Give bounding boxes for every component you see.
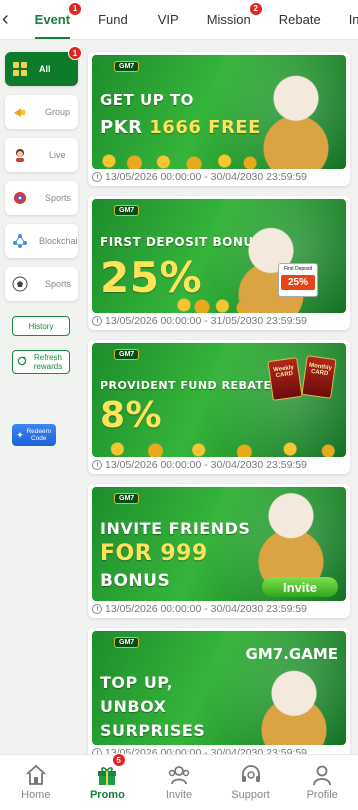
refresh-icon: [17, 356, 27, 368]
promo-card-top-up[interactable]: GM7 GM7.GAME TOP UP, UNBOX SURPRISES 13/…: [88, 628, 350, 762]
nav-invite[interactable]: Invite: [143, 755, 215, 810]
promo-card-pkr-1666[interactable]: GM7 GET UP TO PKR 1666 FREE 13/05/2026 0…: [88, 52, 350, 186]
promo-banner[interactable]: GM7 GET UP TO PKR 1666 FREE: [92, 55, 346, 169]
soccer-ball-icon: [12, 276, 28, 292]
headset-icon: [241, 765, 260, 782]
tab-event[interactable]: Event 1: [34, 0, 83, 39]
pirate-tiger-illustration: [254, 65, 338, 169]
tab-more[interactable]: In: [349, 0, 358, 39]
nav-home[interactable]: Home: [0, 755, 72, 810]
coins-illustration: [92, 149, 262, 169]
promo-date-range: 13/05/2026 00:00:00 - 30/04/2030 23:59:5…: [92, 171, 307, 183]
grid-icon: [12, 61, 28, 77]
notification-badge: 1: [68, 46, 82, 60]
nav-support[interactable]: Support: [215, 755, 287, 810]
nav-profile[interactable]: Profile: [286, 755, 358, 810]
brand-logo: GM7: [114, 349, 140, 360]
home-icon: [26, 764, 46, 785]
chevron-left-icon: ‹: [2, 8, 9, 30]
sidebar-item-group[interactable]: Group: [5, 95, 78, 129]
promo-card-provident-fund[interactable]: GM7 PROVIDENT FUND REBATE 8% Weekly CARD…: [88, 340, 350, 474]
invite-button[interactable]: Invite: [262, 577, 338, 597]
invite-icon: [168, 766, 190, 785]
profile-icon: [313, 765, 332, 786]
sidebar-item-sports[interactable]: Sports: [5, 181, 78, 215]
promo-card-invite-friends[interactable]: GM7 INVITE FRIENDS FOR 999 BONUS Invite …: [88, 484, 350, 618]
brand-logo: GM7: [114, 493, 140, 504]
brand-logo: GM7: [114, 637, 140, 648]
live-dealer-icon: [12, 147, 28, 163]
top-tab-bar: ‹ Event 1 Fund VIP Mission 2 Rebate In: [0, 0, 358, 40]
tiger-illustration: [256, 487, 326, 581]
nav-promo[interactable]: Promo 5: [72, 753, 144, 810]
clock-icon: [92, 316, 102, 326]
redeem-code-button[interactable]: ✦ Redeem Code: [12, 424, 56, 446]
monthly-card-illustration: Monthly CARD: [301, 355, 337, 399]
promo-banner[interactable]: GM7 GM7.GAME TOP UP, UNBOX SURPRISES: [92, 631, 346, 745]
promo-date-range: 13/05/2026 00:00:00 - 30/04/2030 23:59:5…: [92, 603, 307, 615]
casino-chip-icon: [12, 190, 28, 206]
bottom-navigation: Home Promo 5 Invite Support Profile: [0, 753, 358, 810]
notification-badge: 2: [248, 1, 263, 16]
brand-logo: GM7: [114, 205, 140, 216]
refresh-rewards-button[interactable]: Refresh rewards: [12, 350, 70, 374]
notification-badge: 1: [68, 1, 83, 16]
coins-illustration: [92, 437, 346, 457]
promo-date-range: 13/05/2026 00:00:00 - 31/05/2030 23:59:5…: [92, 315, 307, 327]
sidebar-item-blockchain[interactable]: Blockchai: [5, 224, 78, 258]
blockchain-icon: [12, 233, 28, 249]
weekly-card-illustration: Weekly CARD: [267, 357, 303, 401]
notification-badge: 5: [111, 753, 126, 767]
tab-fund[interactable]: Fund: [98, 0, 128, 39]
sidebar-item-live[interactable]: Live: [5, 138, 78, 172]
tab-rebate[interactable]: Rebate: [279, 0, 321, 39]
history-button[interactable]: History: [12, 316, 70, 336]
megaphone-icon: [12, 104, 28, 120]
brand-logo: GM7: [114, 61, 140, 72]
sidebar-item-all[interactable]: All 1: [5, 46, 82, 86]
sidebar-item-sports-soccer[interactable]: Sports: [5, 267, 78, 301]
tab-mission[interactable]: Mission 2: [207, 0, 263, 39]
clock-icon: [92, 604, 102, 614]
back-button[interactable]: ‹: [2, 0, 9, 39]
promo-card-first-deposit[interactable]: GM7 FIRST DEPOSIT BONUS 25% First Deposi…: [88, 196, 350, 330]
promo-banner[interactable]: GM7 INVITE FRIENDS FOR 999 BONUS Invite: [92, 487, 346, 601]
slot-machine-illustration: [254, 669, 334, 745]
promo-date-range: 13/05/2026 00:00:00 - 30/04/2030 23:59:5…: [92, 459, 307, 471]
brand-title: GM7.GAME: [245, 645, 338, 663]
first-deposit-tag: First Deposit 25%: [278, 263, 318, 297]
clock-icon: [92, 172, 102, 182]
clock-icon: [92, 460, 102, 470]
promo-banner[interactable]: GM7 FIRST DEPOSIT BONUS 25% First Deposi…: [92, 199, 346, 313]
promo-banner[interactable]: GM7 PROVIDENT FUND REBATE 8% Weekly CARD…: [92, 343, 346, 457]
tab-vip[interactable]: VIP: [158, 0, 179, 39]
redeem-icon: ✦: [16, 429, 24, 440]
